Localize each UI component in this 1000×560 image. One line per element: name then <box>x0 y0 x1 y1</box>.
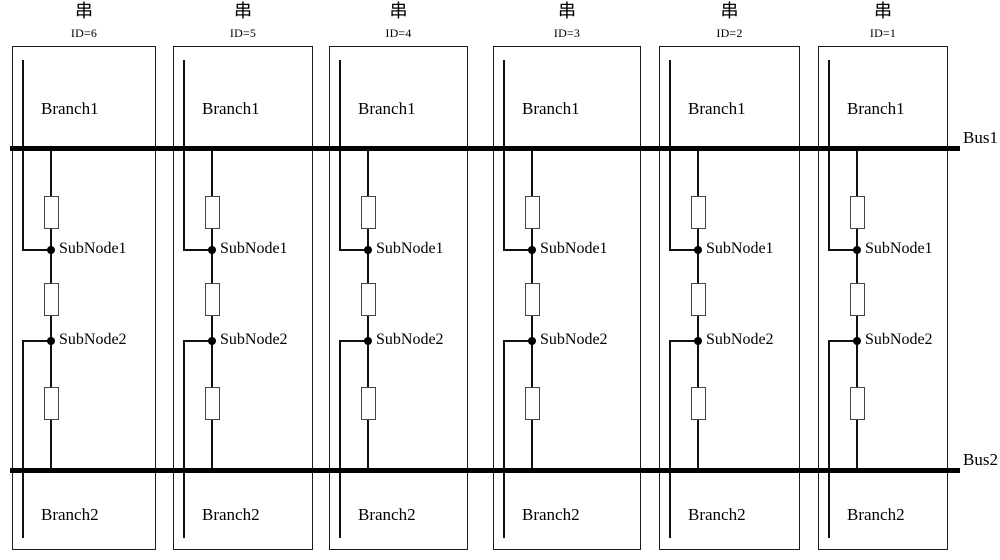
breaker-middle[interactable] <box>849 283 865 316</box>
string-frame <box>818 46 948 550</box>
breaker-upper[interactable] <box>690 196 706 229</box>
subnode1-dot <box>853 246 861 254</box>
branch1-conductor <box>339 60 341 250</box>
subnode2-label: SubNode2 <box>59 331 127 348</box>
string-glyph: 串 <box>558 1 576 22</box>
branch2-label: Branch2 <box>202 505 260 524</box>
string-glyph: 串 <box>389 1 408 22</box>
string-id-label: ID=4 <box>385 26 412 40</box>
string-glyph: 串 <box>874 1 892 22</box>
branch2-label: Branch2 <box>41 505 99 524</box>
string-frame <box>173 46 313 550</box>
subnode1-dot <box>47 246 55 254</box>
string-column[interactable]: 串 ID=5 Branch1 SubNode1 SubNode2 Branch2 <box>173 0 313 560</box>
subnode2-label: SubNode2 <box>706 331 774 348</box>
string-frame <box>659 46 800 550</box>
branch1-label: Branch1 <box>41 99 99 118</box>
subnode1-label: SubNode1 <box>540 240 608 257</box>
string-column[interactable]: 串 ID=6 Branch1 SubNode1 SubNode2 Branch2 <box>12 0 156 560</box>
string-glyph: 串 <box>234 1 252 22</box>
branch1-label: Branch1 <box>202 99 260 118</box>
subnode2-label: SubNode2 <box>220 331 288 348</box>
string-id-label: ID=1 <box>869 26 897 40</box>
branch1-conductor <box>183 60 185 250</box>
breaker-middle[interactable] <box>204 283 220 316</box>
branch1-label: Branch1 <box>847 99 905 118</box>
branch2-label: Branch2 <box>358 505 416 524</box>
subnode1-label: SubNode1 <box>376 240 444 257</box>
subnode1-label: SubNode1 <box>220 240 288 257</box>
branch2-label: Branch2 <box>522 505 580 524</box>
one-line-diagram: 串 ID=6 Branch1 SubNode1 SubNode2 Branch2 串 ID=5… <box>0 0 1000 560</box>
breaker-middle[interactable] <box>690 283 706 316</box>
branch2-conductor <box>669 341 671 538</box>
breaker-lower[interactable] <box>690 387 706 420</box>
string-frame <box>493 46 641 550</box>
subnode1-dot <box>528 246 536 254</box>
subnode2-dot <box>694 337 702 345</box>
breaker-middle[interactable] <box>43 283 59 316</box>
breaker-lower[interactable] <box>849 387 865 420</box>
busbar-bus1 <box>10 146 960 151</box>
branch2-conductor <box>503 341 505 538</box>
breaker-upper[interactable] <box>849 196 865 229</box>
subnode1-dot <box>208 246 216 254</box>
string-id-label: ID=5 <box>229 26 257 40</box>
string-column[interactable]: 串 ID=4 Branch1 SubNode1 SubNode2 Branch2 <box>329 0 468 560</box>
branch1-label: Branch1 <box>358 99 416 118</box>
branch2-conductor <box>339 341 341 538</box>
string-glyph: 串 <box>720 1 739 22</box>
subnode1-label: SubNode1 <box>706 240 774 257</box>
string-column[interactable]: 串 ID=3 Branch1 SubNode1 SubNode2 Branch2 <box>493 0 641 560</box>
string-id-label: ID=6 <box>70 26 98 40</box>
branch1-label: Branch1 <box>522 99 580 118</box>
breaker-upper[interactable] <box>360 196 376 229</box>
breaker-upper[interactable] <box>524 196 540 229</box>
subnode1-dot <box>364 246 372 254</box>
string-glyph: 串 <box>75 1 93 22</box>
branch1-conductor <box>22 60 24 250</box>
subnode2-dot <box>47 337 55 345</box>
string-frame <box>329 46 468 550</box>
bus2-label: Bus2 <box>963 450 998 469</box>
bus1-label: Bus1 <box>963 128 998 147</box>
subnode2-dot <box>208 337 216 345</box>
subnode1-label: SubNode1 <box>865 240 933 257</box>
branch2-conductor <box>183 341 185 538</box>
branch2-label: Branch2 <box>688 505 746 524</box>
branch1-label: Branch1 <box>688 99 746 118</box>
string-id-label: ID=3 <box>553 26 581 40</box>
branch1-conductor <box>828 60 830 250</box>
breaker-middle[interactable] <box>360 283 376 316</box>
branch2-conductor <box>22 341 24 538</box>
branch1-conductor <box>503 60 505 250</box>
string-column[interactable]: 串 ID=2 Branch1 SubNode1 SubNode2 Branch2 <box>659 0 800 560</box>
subnode2-dot <box>853 337 861 345</box>
breaker-lower[interactable] <box>204 387 220 420</box>
breaker-upper[interactable] <box>204 196 220 229</box>
breaker-lower[interactable] <box>43 387 59 420</box>
subnode1-label: SubNode1 <box>59 240 127 257</box>
breaker-lower[interactable] <box>524 387 540 420</box>
subnode2-dot <box>528 337 536 345</box>
breaker-upper[interactable] <box>43 196 59 229</box>
subnode2-label: SubNode2 <box>376 331 444 348</box>
subnode2-label: SubNode2 <box>865 331 933 348</box>
branch2-label: Branch2 <box>847 505 905 524</box>
busbar-bus2 <box>10 468 960 473</box>
string-frame <box>12 46 156 550</box>
subnode1-dot <box>694 246 702 254</box>
subnode2-dot <box>364 337 372 345</box>
branch1-conductor <box>669 60 671 250</box>
subnode2-label: SubNode2 <box>540 331 608 348</box>
string-id-label: ID=2 <box>716 26 743 40</box>
breaker-middle[interactable] <box>524 283 540 316</box>
breaker-lower[interactable] <box>360 387 376 420</box>
branch2-conductor <box>828 341 830 538</box>
string-column[interactable]: 串 ID=1 Branch1 SubNode1 SubNode2 Branch2 <box>818 0 948 560</box>
